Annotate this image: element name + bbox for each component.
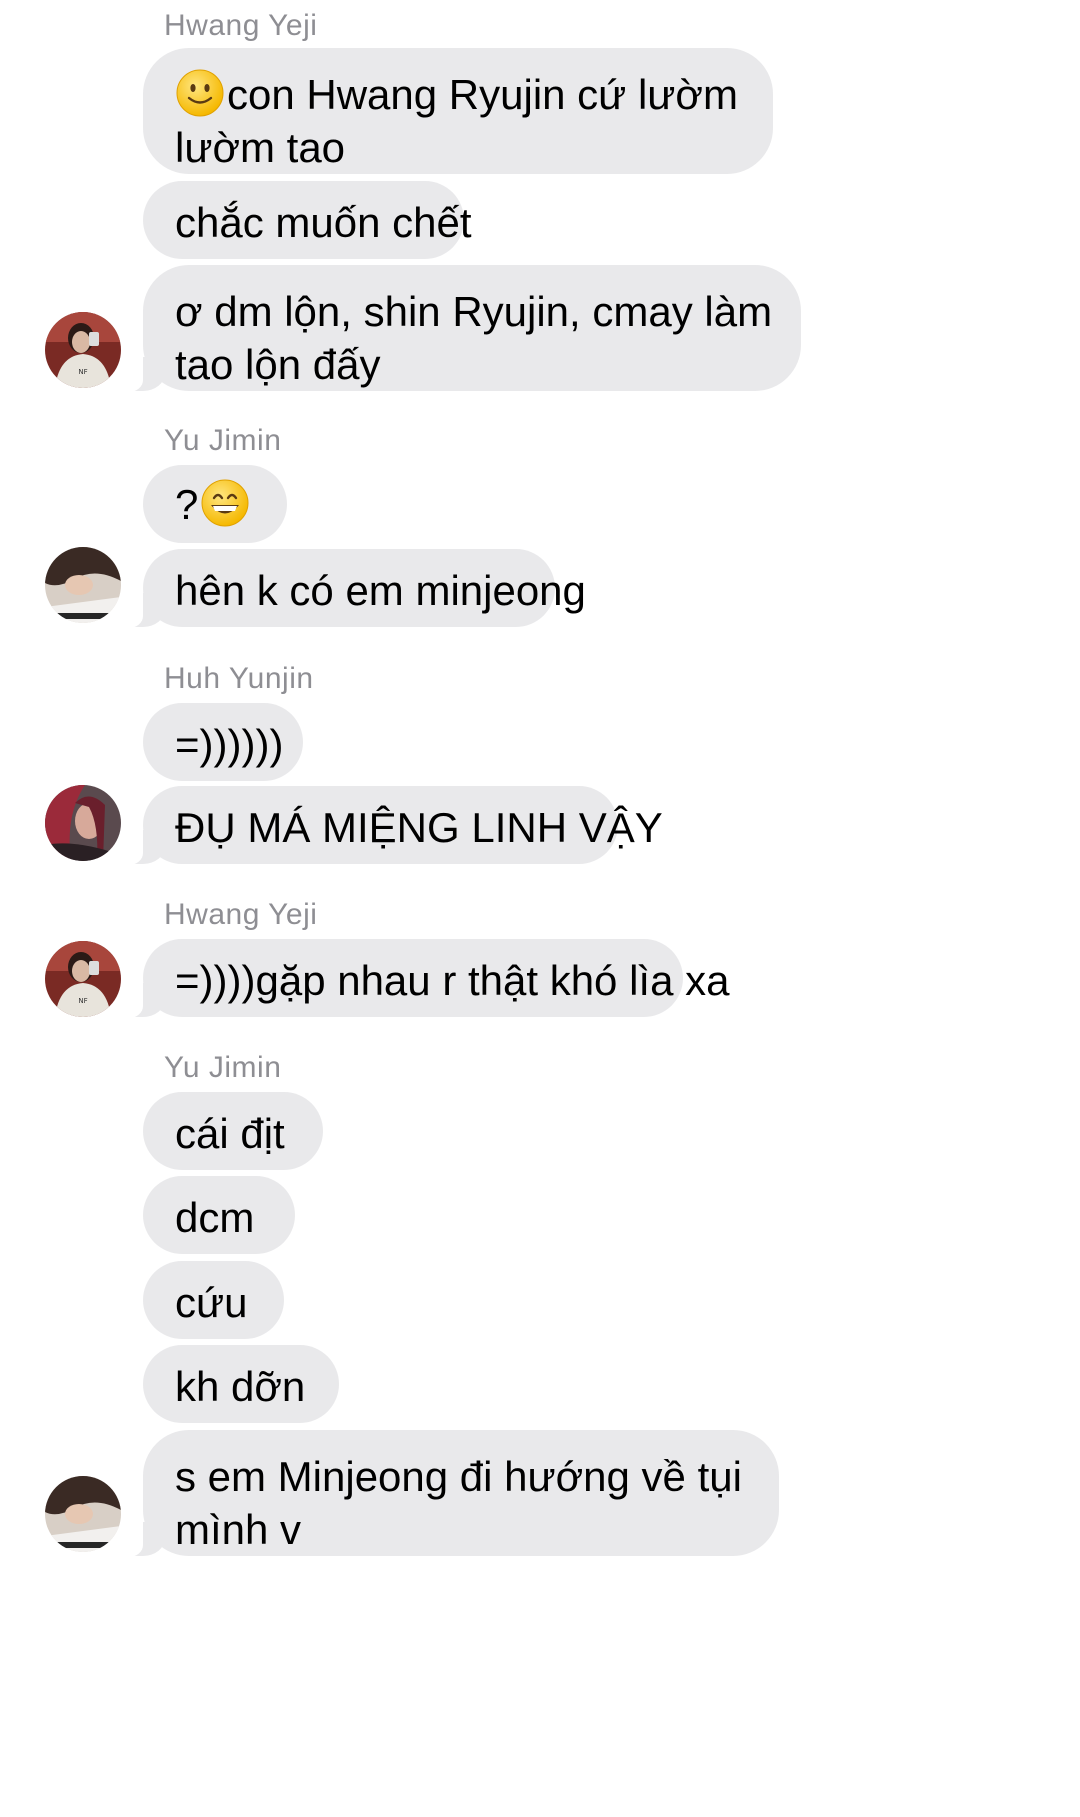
sender-name: Yu Jimin (164, 424, 282, 457)
svg-text:NF: NF (78, 997, 87, 1005)
message-text: =)))))) (175, 721, 284, 768)
message-thread: Hwang Yeji con Hwang Ryujin cứ lườm lườm… (0, 0, 1080, 1817)
message-bubble[interactable]: cứu (143, 1261, 284, 1339)
message-text: =))))gặp nhau r thật khó lìa xa (175, 957, 730, 1004)
message-bubble[interactable]: ơ dm lộn, shin Ryujin, cmay làm tao lộn … (121, 265, 801, 392)
message-text: tao lộn đấy (175, 341, 381, 388)
svg-text:NF: NF (78, 368, 87, 376)
grinning-face-icon (201, 479, 249, 527)
message-text: ĐỤ MÁ MIỆNG LINH VẬY (175, 804, 663, 851)
message-bubble[interactable]: kh dỡn (143, 1345, 339, 1423)
message-bubble[interactable]: hên k có em minjeong (121, 549, 586, 628)
message-text: hên k có em minjeong (175, 567, 586, 614)
sender-name: Hwang Yeji (164, 9, 318, 42)
message-text: kh dỡn (175, 1363, 306, 1410)
message-text: mình v (175, 1506, 302, 1553)
sender-name: Yu Jimin (164, 1051, 282, 1084)
avatar[interactable]: NF (45, 312, 121, 388)
message-text: chắc muốn chết (175, 199, 472, 246)
sender-name: Hwang Yeji (164, 898, 318, 931)
message-text: ơ dm lộn, shin Ryujin, cmay làm (175, 288, 773, 335)
message-text: ? (175, 481, 199, 528)
avatar[interactable] (45, 547, 121, 623)
message-bubble[interactable]: =)))))) (143, 703, 303, 781)
avatar[interactable] (45, 785, 121, 861)
message-bubble[interactable]: con Hwang Ryujin cứ lườm lườm tao (143, 48, 773, 174)
message-text: cứu (175, 1279, 248, 1326)
message-bubble[interactable]: dcm (143, 1176, 295, 1254)
message-bubble[interactable]: chắc muốn chết (143, 181, 472, 259)
message-bubble[interactable]: s em Minjeong đi hướng về tụi mình v (121, 1430, 779, 1557)
message-bubble[interactable]: ĐỤ MÁ MIỆNG LINH VẬY (121, 786, 663, 865)
message-bubble[interactable]: cái địt (143, 1092, 323, 1170)
sender-name: Huh Yunjin (164, 662, 314, 695)
message-bubble[interactable]: ? (143, 465, 287, 543)
message-text: con Hwang Ryujin cứ lườm (227, 71, 738, 118)
message-text: cái địt (175, 1110, 285, 1157)
avatar[interactable]: NF (45, 941, 121, 1017)
message-bubble[interactable]: =))))gặp nhau r thật khó lìa xa (121, 939, 730, 1018)
message-text: lườm tao (175, 124, 346, 171)
avatar[interactable] (45, 1476, 121, 1552)
message-text: dcm (175, 1194, 255, 1241)
message-text: s em Minjeong đi hướng về tụi (175, 1453, 742, 1500)
slightly-smiling-face-icon (176, 69, 224, 117)
